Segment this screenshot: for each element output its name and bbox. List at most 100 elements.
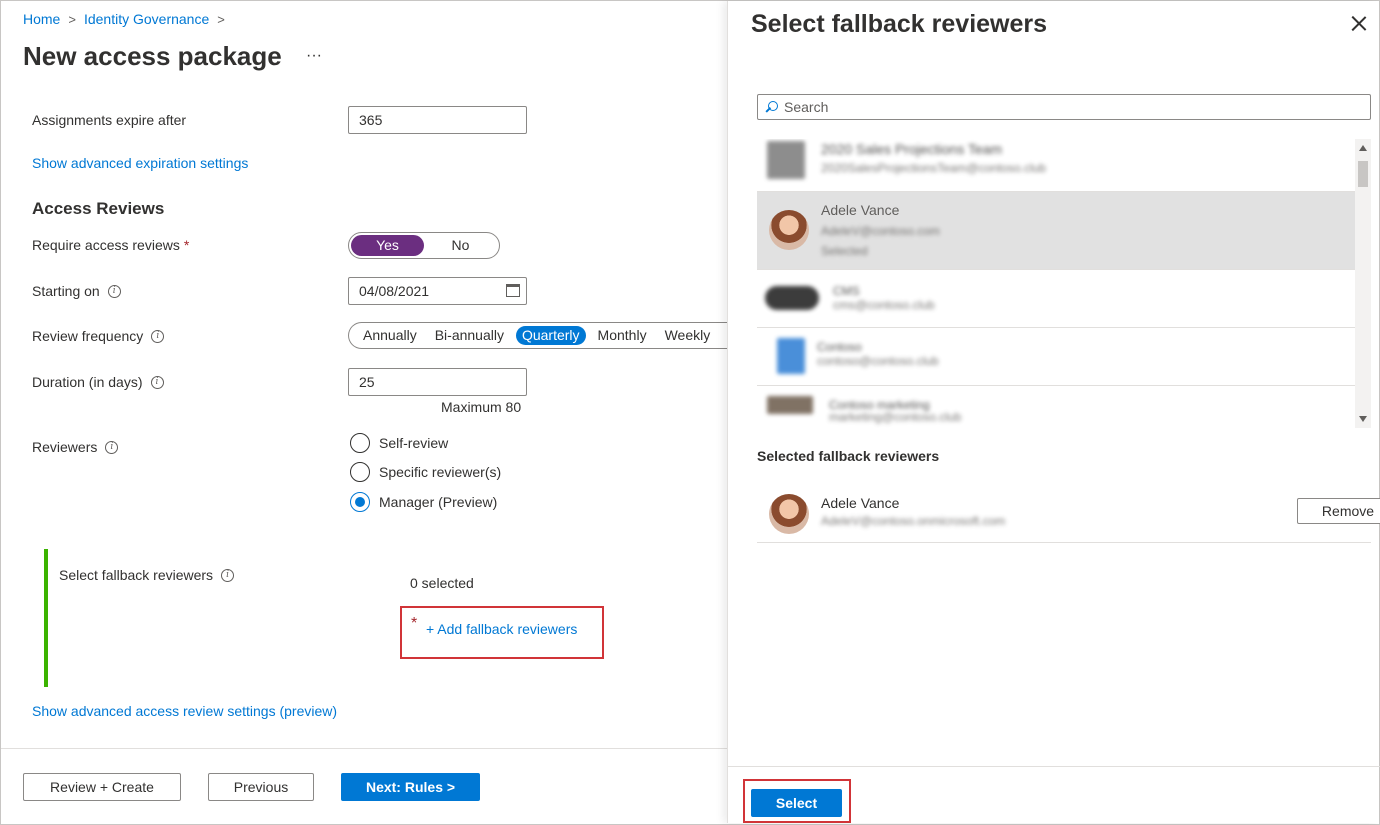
list-item[interactable]: Contoso contoso@contoso.club: [757, 328, 1355, 386]
avatar: [769, 210, 809, 250]
list-scrollbar[interactable]: [1355, 139, 1371, 428]
info-icon[interactable]: i: [151, 329, 165, 343]
group-avatar: [765, 286, 819, 310]
radio-button-selected[interactable]: [350, 492, 370, 512]
duration-text: Duration (in days): [32, 374, 143, 390]
frequency-quarterly[interactable]: Quarterly: [515, 326, 586, 345]
require-access-reviews-text: Require access reviews: [32, 237, 180, 253]
reviewers-text: Reviewers: [32, 439, 98, 455]
group-avatar: [767, 141, 805, 179]
reviewer-results-list[interactable]: 2020 Sales Projections Team 2020SalesPro…: [757, 139, 1371, 428]
scroll-up-arrow-icon[interactable]: [1359, 145, 1367, 151]
list-item-name: 2020 Sales Projections Team: [821, 141, 1003, 157]
list-item-email: marketing@contoso.club: [829, 410, 962, 424]
list-item[interactable]: CMS cms@contoso.club: [757, 270, 1355, 328]
reviewer-option-self[interactable]: Self-review: [350, 433, 448, 453]
search-placeholder: Search: [784, 99, 829, 115]
duration-maximum-hint: Maximum 80: [441, 399, 522, 415]
reviewer-option-label: Self-review: [379, 435, 449, 451]
group-avatar: [767, 396, 813, 414]
list-item-status: Selected: [821, 244, 868, 258]
require-access-reviews-toggle[interactable]: Yes No: [348, 232, 500, 259]
remove-button[interactable]: Remove: [1297, 498, 1380, 524]
list-item-name: Contoso: [817, 340, 862, 354]
frequency-annually[interactable]: Annually: [357, 326, 423, 345]
access-package-blade: Home > Identity Governance > New access …: [1, 1, 748, 823]
radio-button[interactable]: [350, 433, 370, 453]
duration-label: Duration (in days) i: [32, 374, 164, 390]
breadcrumb-identity-governance[interactable]: Identity Governance: [84, 11, 209, 27]
info-icon[interactable]: i: [221, 568, 235, 582]
frequency-weekly[interactable]: Weekly: [659, 326, 717, 345]
list-item[interactable]: Contoso marketing marketing@contoso.club: [757, 386, 1355, 428]
review-frequency-label: Review frequency i: [32, 328, 165, 344]
info-icon[interactable]: i: [150, 375, 164, 389]
selected-reviewers-heading: Selected fallback reviewers: [757, 448, 940, 464]
reviewer-option-specific[interactable]: Specific reviewer(s): [350, 462, 501, 482]
reviewer-option-label: Manager (Preview): [379, 494, 498, 510]
fallback-selected-count: 0 selected: [410, 575, 474, 591]
list-item-name: Adele Vance: [821, 202, 900, 218]
list-item-email: cms@contoso.club: [833, 298, 935, 312]
scrollbar-thumb[interactable]: [1358, 161, 1368, 187]
list-item-email: contoso@contoso.club: [817, 354, 939, 368]
list-item[interactable]: 2020 Sales Projections Team 2020SalesPro…: [757, 139, 1355, 192]
footer-divider: [1, 748, 727, 749]
toggle-no[interactable]: No: [424, 235, 497, 256]
radio-button[interactable]: [350, 462, 370, 482]
info-icon[interactable]: i: [107, 284, 121, 298]
selected-reviewer-row: Adele Vance AdeleV@contoso.onmicrosoft.c…: [757, 485, 1380, 543]
chevron-right-icon: >: [217, 11, 225, 27]
toggle-yes[interactable]: Yes: [351, 235, 424, 256]
duration-input[interactable]: 25: [348, 368, 527, 396]
access-reviews-heading: Access Reviews: [32, 199, 165, 218]
search-input[interactable]: Search: [757, 94, 1371, 120]
group-avatar: [777, 338, 805, 374]
selected-reviewer-name: Adele Vance: [821, 495, 900, 511]
next-rules-button[interactable]: Next: Rules >: [341, 773, 480, 801]
review-frequency-selector[interactable]: Annually Bi-annually Quarterly Monthly W…: [348, 322, 748, 349]
more-options-icon[interactable]: ···: [306, 47, 322, 65]
list-item-name: CMS: [833, 284, 860, 298]
frequency-bi-annually[interactable]: Bi-annually: [429, 326, 510, 345]
require-access-reviews-label: Require access reviews *: [32, 237, 189, 253]
assignments-expire-label: Assignments expire after: [32, 112, 186, 128]
list-item-selected[interactable]: Adele Vance AdeleV@contoso.com Selected: [757, 192, 1355, 270]
select-button[interactable]: Select: [751, 789, 842, 817]
close-icon[interactable]: [1351, 15, 1367, 31]
selected-reviewer-email: AdeleV@contoso.onmicrosoft.com: [821, 514, 1006, 528]
starting-on-date-input[interactable]: 04/08/2021: [348, 277, 527, 305]
reviewer-option-label: Specific reviewer(s): [379, 464, 502, 480]
list-item-email: AdeleV@contoso.com: [821, 224, 940, 238]
assignments-expire-input[interactable]: 365: [348, 106, 527, 134]
assignments-expire-text: Assignments expire after: [32, 112, 187, 128]
chevron-right-icon: >: [68, 11, 76, 27]
review-create-button[interactable]: Review + Create: [23, 773, 181, 801]
search-icon: [766, 101, 778, 113]
panel-title: Select fallback reviewers: [751, 10, 1048, 38]
reviewers-label: Reviewers i: [32, 439, 119, 455]
show-advanced-expiration-link[interactable]: Show advanced expiration settings: [32, 155, 248, 171]
panel-footer-divider: [728, 766, 1380, 767]
starting-on-value: 04/08/2021: [359, 283, 430, 299]
select-fallback-reviewers-text: Select fallback reviewers: [59, 567, 214, 583]
scroll-down-arrow-icon[interactable]: [1359, 416, 1367, 422]
select-fallback-reviewers-label: Select fallback reviewers i: [59, 567, 235, 583]
show-advanced-review-settings-link[interactable]: Show advanced access review settings (pr…: [32, 703, 337, 719]
starting-on-text: Starting on: [32, 283, 100, 299]
breadcrumb: Home > Identity Governance >: [23, 11, 225, 27]
required-marker: *: [183, 237, 190, 253]
list-item-email: 2020SalesProjectionsTeam@contoso.club: [821, 161, 1046, 175]
calendar-icon[interactable]: [506, 284, 520, 297]
breadcrumb-home[interactable]: Home: [23, 11, 60, 27]
add-fallback-reviewers-link[interactable]: + Add fallback reviewers: [426, 621, 577, 637]
previous-button[interactable]: Previous: [208, 773, 314, 801]
required-marker: *: [411, 615, 418, 632]
frequency-monthly[interactable]: Monthly: [592, 326, 653, 345]
review-frequency-text: Review frequency: [32, 328, 144, 344]
page-title: New access package: [23, 41, 282, 71]
info-icon[interactable]: i: [105, 440, 119, 454]
reviewer-option-manager[interactable]: Manager (Preview): [350, 492, 497, 512]
avatar: [769, 494, 809, 534]
starting-on-label: Starting on i: [32, 283, 121, 299]
